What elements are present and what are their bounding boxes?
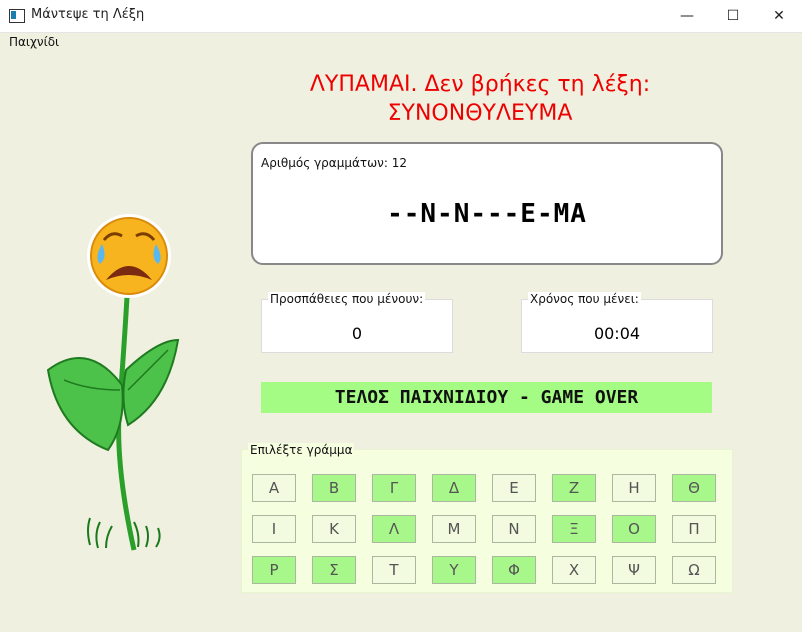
letter-button[interactable]: Ο bbox=[612, 515, 656, 543]
crying-flower-icon bbox=[46, 214, 180, 551]
menu-bar: Παιχνίδι bbox=[0, 33, 802, 53]
letter-button[interactable]: Γ bbox=[372, 474, 416, 502]
letter-button[interactable]: Β bbox=[312, 474, 356, 502]
masked-word: --N-N---E-MA bbox=[387, 199, 587, 229]
letter-button[interactable]: Π bbox=[672, 515, 716, 543]
letter-button[interactable]: Ε bbox=[492, 474, 536, 502]
letter-button[interactable]: Ν bbox=[492, 515, 536, 543]
letter-button[interactable]: Φ bbox=[492, 556, 536, 584]
letter-button[interactable]: Χ bbox=[552, 556, 596, 584]
letter-button[interactable]: Ψ bbox=[612, 556, 656, 584]
attempts-value: 0 bbox=[351, 324, 363, 343]
letter-button[interactable]: Ω bbox=[672, 556, 716, 584]
letter-count: Αριθμός γραμμάτων: 12 bbox=[261, 156, 407, 170]
letter-button[interactable]: Η bbox=[612, 474, 656, 502]
word-panel: Αριθμός γραμμάτων: 12 --N-N---E-MA bbox=[251, 142, 723, 265]
letter-button[interactable]: Ρ bbox=[252, 556, 296, 584]
letter-button[interactable]: Ξ bbox=[552, 515, 596, 543]
result-message-word: ΣΥΝΟΝΘΥΛΕΥΜΑ bbox=[387, 101, 573, 126]
grass-icon bbox=[87, 517, 161, 549]
crying-face-icon bbox=[87, 214, 171, 298]
result-message: ΛΥΠΑΜΑΙ. Δεν βρήκες τη λέξη: ΣΥΝΟΝΘΥΛΕΥΜ… bbox=[250, 70, 710, 128]
attempts-group: Προσπάθειες που μένουν: 0 bbox=[261, 292, 453, 353]
leaf-icon bbox=[122, 338, 180, 427]
letter-button[interactable]: Υ bbox=[432, 556, 476, 584]
letter-count-label: Αριθμός γραμμάτων: bbox=[261, 156, 388, 170]
close-button[interactable]: ✕ bbox=[756, 0, 802, 32]
attempts-label: Προσπάθειες που μένουν: bbox=[268, 292, 426, 306]
minimize-button[interactable]: — bbox=[664, 0, 710, 32]
title-bar: Μάντεψε τη Λέξη — ☐ ✕ bbox=[0, 0, 802, 33]
letter-button[interactable]: Σ bbox=[312, 556, 356, 584]
timer-value: 00:04 bbox=[593, 324, 641, 343]
letter-button[interactable]: Τ bbox=[372, 556, 416, 584]
letter-picker: Επιλέξτε γράμμα ΑΒΓΔΕΖΗΘ ΙΚΛΜΝΞΟΠ ΡΣΤΥΦΧΨΩ bbox=[241, 443, 733, 593]
maximize-button[interactable]: ☐ bbox=[710, 0, 756, 32]
letter-button[interactable]: Μ bbox=[432, 515, 476, 543]
leaf-icon bbox=[46, 357, 124, 452]
timer-label: Χρόνος που μένει: bbox=[528, 292, 641, 306]
result-message-line1: ΛΥΠΑΜΑΙ. Δεν βρήκες τη λέξη: bbox=[309, 72, 651, 97]
letter-button[interactable]: Ι bbox=[252, 515, 296, 543]
timer-group: Χρόνος που μένει: 00:04 bbox=[521, 292, 713, 353]
letter-button[interactable]: Α bbox=[252, 474, 296, 502]
letter-button[interactable]: Ζ bbox=[552, 474, 596, 502]
menu-game[interactable]: Παιχνίδι bbox=[9, 35, 59, 49]
window-title: Μάντεψε τη Λέξη bbox=[31, 7, 145, 22]
letter-picker-label: Επιλέξτε γράμμα bbox=[248, 443, 355, 457]
game-over-banner: ΤΕΛΟΣ ΠΑΙΧΝΙΔΙΟΥ - GAME OVER bbox=[261, 382, 712, 413]
letter-button[interactable]: Λ bbox=[372, 515, 416, 543]
app-icon bbox=[9, 9, 25, 23]
letter-count-value: 12 bbox=[391, 156, 407, 170]
letter-button[interactable]: Κ bbox=[312, 515, 356, 543]
letter-button[interactable]: Θ bbox=[672, 474, 716, 502]
letter-button[interactable]: Δ bbox=[432, 474, 476, 502]
